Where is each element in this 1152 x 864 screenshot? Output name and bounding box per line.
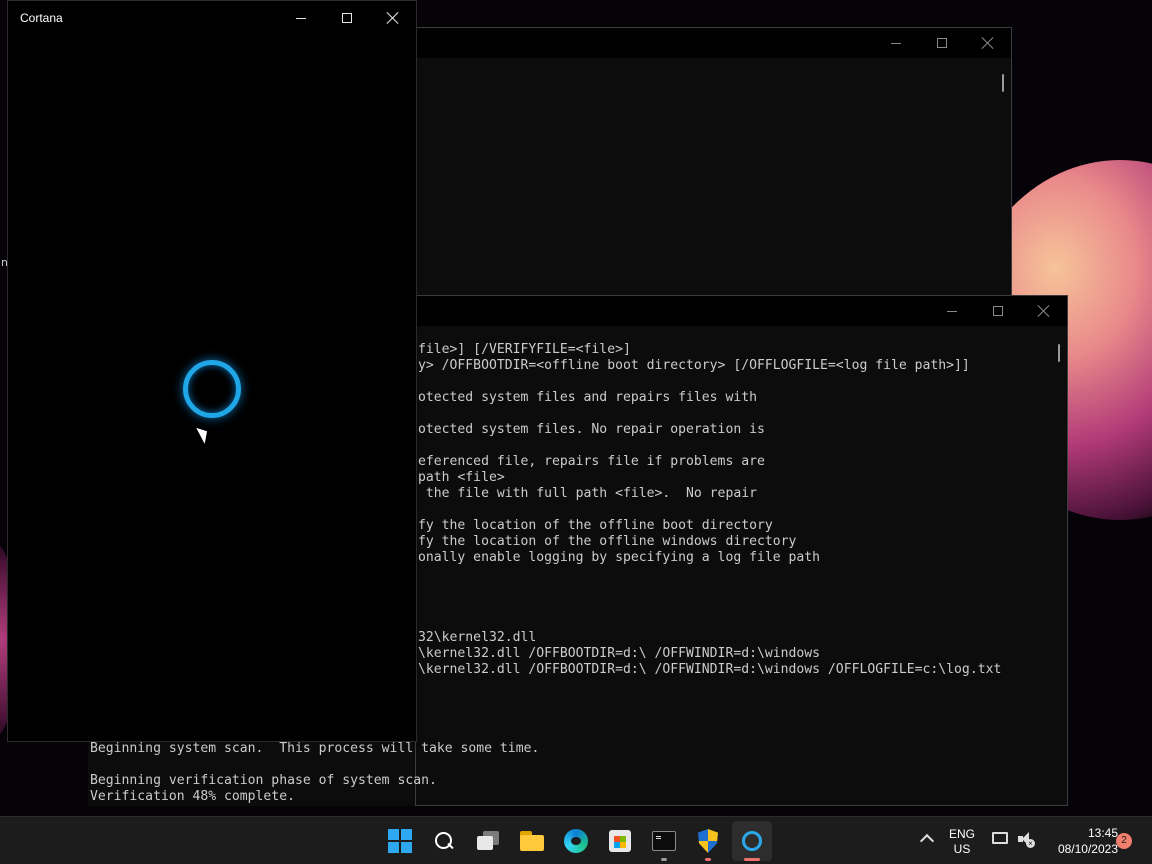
terminal-icon <box>652 831 676 851</box>
task-view-icon <box>477 831 499 851</box>
security-button[interactable] <box>692 825 724 857</box>
file-explorer-button[interactable] <box>516 825 548 857</box>
console-line: path <file> <box>418 470 505 485</box>
window-title: Cortana <box>20 11 63 25</box>
maximize-icon <box>937 38 947 48</box>
close-button[interactable] <box>965 28 1011 58</box>
console-line: Beginning verification phase of system s… <box>90 773 437 788</box>
store-icon <box>609 830 631 852</box>
network-icon[interactable] <box>992 832 1008 844</box>
running-indicator <box>661 858 667 861</box>
maximize-icon <box>993 306 1003 316</box>
cortana-icon <box>742 831 762 851</box>
running-indicator <box>705 858 711 861</box>
edge-icon <box>564 829 588 853</box>
console-line: Beginning system scan. This process will… <box>90 741 540 756</box>
minimize-button[interactable] <box>929 296 975 326</box>
console-line: otected system files and repairs files w… <box>418 390 757 405</box>
maximize-icon <box>342 13 352 23</box>
console-line: eferenced file, repairs file if problems… <box>418 454 765 469</box>
clock-time: 13:45 <box>1087 826 1118 840</box>
store-button[interactable] <box>604 825 636 857</box>
folder-icon <box>520 831 544 851</box>
language-region: US <box>953 842 971 856</box>
edge-button[interactable] <box>560 825 592 857</box>
console-line: Verification 48% complete. <box>90 789 295 804</box>
chevron-up-icon[interactable] <box>919 833 935 849</box>
console-scan-output: Beginning system scan. This process will… <box>90 741 539 805</box>
windows-logo-icon <box>388 829 412 853</box>
cortana-window[interactable]: Cortana <box>7 0 417 742</box>
minimize-icon <box>891 42 901 44</box>
notification-badge[interactable]: 2 <box>1116 833 1132 849</box>
console-line: fy the location of the offline boot dire… <box>418 518 773 533</box>
shield-icon <box>698 829 718 853</box>
console-line: file>] [/VERIFYFILE=<file>] <box>418 342 631 357</box>
search-icon <box>435 832 453 850</box>
close-icon <box>387 12 399 24</box>
window-controls <box>929 296 1067 326</box>
minimize-icon <box>947 310 957 312</box>
mute-icon: × <box>1026 839 1035 848</box>
cortana-button[interactable] <box>736 825 768 857</box>
window-controls <box>278 3 416 33</box>
console-line: y> /OFFBOOTDIR=<offline boot directory> … <box>418 358 970 373</box>
console-line: \kernel32.dll /OFFBOOTDIR=d:\ /OFFWINDIR… <box>418 662 1002 677</box>
close-button[interactable] <box>1021 296 1067 326</box>
taskbar: ENG US × 13:45 08/10/2023 2 <box>0 816 1152 864</box>
console-help-text: file>] [/VERIFYFILE=<file>] y> /OFFBOOTDI… <box>418 342 1001 678</box>
maximize-button[interactable] <box>919 28 965 58</box>
console-line: fy the location of the offline windows d… <box>418 534 797 549</box>
language-indicator[interactable]: ENG US <box>946 827 978 857</box>
minimize-button[interactable] <box>873 28 919 58</box>
clock-date: 08/10/2023 <box>1057 842 1118 856</box>
active-indicator <box>744 858 760 861</box>
console-line: otected system files. No repair operatio… <box>418 422 765 437</box>
start-button[interactable] <box>384 825 416 857</box>
minimize-icon <box>296 17 306 19</box>
console-line: the file with full path <file>. No repai… <box>418 486 757 501</box>
window-controls <box>873 28 1011 58</box>
maximize-button[interactable] <box>975 296 1021 326</box>
minimize-button[interactable] <box>278 3 324 33</box>
clock[interactable]: 13:45 08/10/2023 <box>1042 825 1118 857</box>
task-view-button[interactable] <box>472 825 504 857</box>
console-line: onally enable logging by specifying a lo… <box>418 550 821 565</box>
scrollbar-thumb[interactable] <box>1058 344 1060 362</box>
scrollbar-thumb[interactable] <box>1002 74 1004 92</box>
terminal-button[interactable] <box>648 825 680 857</box>
background-window-top[interactable] <box>415 27 1012 327</box>
maximize-button[interactable] <box>324 3 370 33</box>
console-line: 32\kernel32.dll <box>418 630 537 645</box>
close-icon <box>1038 305 1050 317</box>
language-code: ENG <box>948 827 975 841</box>
console-line: \kernel32.dll /OFFBOOTDIR=d:\ /OFFWINDIR… <box>418 646 821 661</box>
close-icon <box>982 37 994 49</box>
cortana-ring-icon <box>183 360 241 418</box>
close-button[interactable] <box>370 3 416 33</box>
search-button[interactable] <box>428 825 460 857</box>
